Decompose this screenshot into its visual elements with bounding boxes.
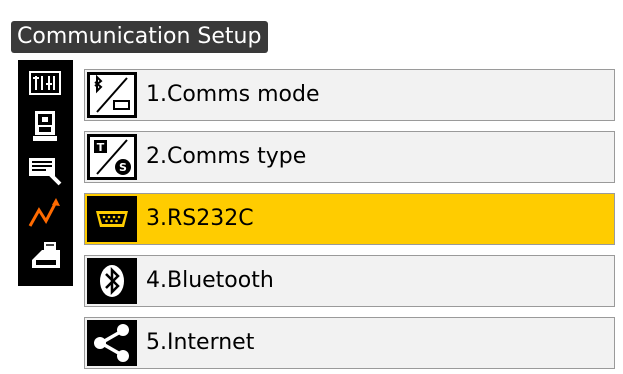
sidebar [18,60,73,286]
printer-icon[interactable] [24,238,66,278]
menu-item-bluetooth[interactable]: 4.Bluetooth [84,255,615,307]
menu-item-comms-mode[interactable]: 1.Comms mode [84,69,615,121]
svg-text:S: S [119,161,127,174]
menu-item-comms-type[interactable]: T S 2.Comms type [84,131,615,183]
menu-item-internet[interactable]: 5.Internet [84,317,615,369]
keyboard-pen-icon[interactable] [24,150,66,190]
communication-setup-screen: Communication Setup 1.Comms mode T S 2.C… [0,0,623,374]
bluetooth-icon [87,258,137,304]
menu-item-label: 2.Comms type [146,144,307,169]
menu-item-label: 4.Bluetooth [146,268,274,293]
instrument-icon[interactable] [24,106,66,146]
page-title: Communication Setup [11,21,269,53]
serial-port-icon [87,196,137,242]
menu-item-label: 1.Comms mode [146,82,320,107]
menu-item-rs232c[interactable]: 3.RS232C [84,193,615,245]
bluetooth-serial-toggle-icon [87,72,137,118]
comms-type-ts-icon: T S [87,134,137,180]
menu-item-label: 5.Internet [146,330,255,355]
config-tabs-icon[interactable] [24,64,66,104]
share-icon [87,320,137,366]
signal-graph-icon[interactable] [24,194,66,234]
svg-text:T: T [97,141,105,154]
menu-item-label: 3.RS232C [146,206,254,231]
